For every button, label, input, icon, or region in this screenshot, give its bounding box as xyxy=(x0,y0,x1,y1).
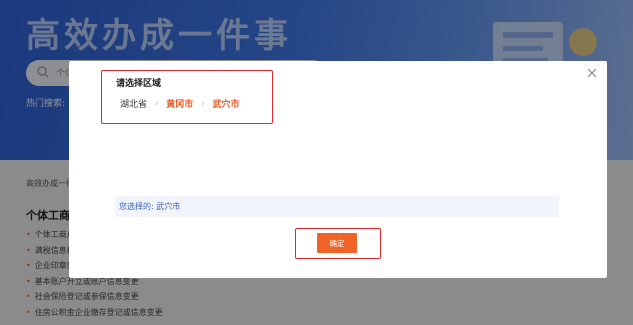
highlight-box-region xyxy=(101,70,273,124)
close-icon[interactable] xyxy=(585,66,599,80)
selected-label: 您选择的: xyxy=(119,202,154,211)
selected-value: 武穴市 xyxy=(156,202,181,211)
region-select-dialog: 请选择区域 湖北省 › 黄冈市 › 武穴市 您选择的: 武穴市 确定 xyxy=(69,61,607,278)
confirm-button[interactable]: 确定 xyxy=(317,233,357,253)
selected-region-bar: 您选择的: 武穴市 xyxy=(115,196,559,217)
